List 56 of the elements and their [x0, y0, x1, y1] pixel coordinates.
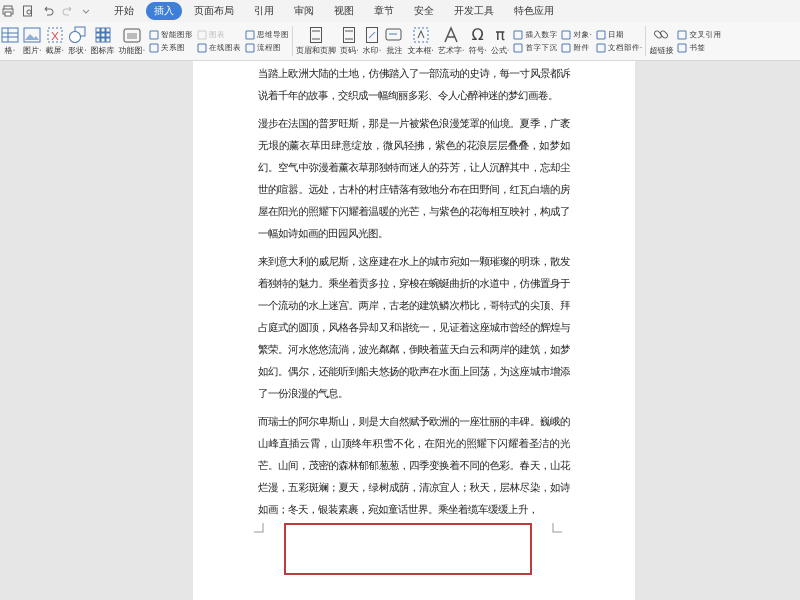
- small-page-icon: [149, 42, 160, 52]
- ribbon-tab[interactable]: 开发工具: [446, 2, 502, 20]
- small-page-icon: [513, 30, 524, 40]
- text-box-icon: [412, 26, 430, 44]
- ribbon-tab[interactable]: 引用: [246, 2, 282, 20]
- small-page-icon: [245, 30, 256, 40]
- letter-icon: [442, 26, 460, 44]
- ribbon-button[interactable]: 水印·: [362, 26, 382, 56]
- crop-mark: [254, 523, 264, 533]
- watermark-icon: [363, 26, 381, 44]
- ribbon-tab[interactable]: 特色应用: [506, 2, 562, 20]
- picture-icon: [23, 26, 42, 44]
- crop-mark: [552, 523, 562, 533]
- ribbon-button[interactable]: 艺术字·: [436, 26, 466, 56]
- ribbon-tab[interactable]: 视图: [326, 2, 362, 20]
- ribbon-button[interactable]: 图标库: [90, 26, 116, 56]
- ribbon-button[interactable]: Ω 符号·: [467, 26, 488, 56]
- ribbon-tab[interactable]: 审阅: [286, 2, 322, 20]
- small-page-icon: [197, 30, 208, 40]
- small-page-icon: [513, 42, 524, 52]
- small-page-icon: [596, 30, 606, 40]
- ribbon-button[interactable]: 页眉和页脚: [295, 26, 338, 56]
- ribbon-button[interactable]: π 公式·: [490, 26, 510, 56]
- ribbon-button[interactable]: 批注: [384, 26, 404, 56]
- small-page-icon: [245, 42, 256, 52]
- preview-icon[interactable]: [22, 5, 34, 17]
- ribbon-tab[interactable]: 插入: [146, 2, 182, 20]
- paragraph: 漫步在法国的普罗旺斯，那是一片被紫色浪漫笼罩的仙境。夏季，广袤无垠的薰衣草田肆意绽放，微风轻拂，紫色的花浪层层叠叠，如梦如幻。空气中弥漫着薰衣草那独特而迷人的芬芳，让人沉醉其中，忘却尘世的喧嚣。远处，古朴的村庄错落有致地分布在田野间，红瓦白墙的房屋在阳光的照耀下闪耀着温暖的光芒，与紫色的花海相互映衬，构成了一幅如诗如画的田园风光图。: [258, 117, 570, 242]
- paragraph: 当踏上欧洲大陆的土地，仿佛踏入了一部流动的史诗，每一寸风景都诉说着千年的故事，交织成一幅绚丽多彩、令人心醉神迷的梦幻画卷。: [258, 67, 570, 104]
- shapes-icon: [68, 26, 86, 44]
- ribbon-button[interactable]: 文本框·: [406, 26, 435, 56]
- small-page-icon: [561, 30, 572, 40]
- small-page-icon: [197, 42, 208, 52]
- crop-icon: [46, 26, 64, 44]
- ribbon-button[interactable]: 截屏·: [44, 26, 66, 56]
- small-page-icon: [596, 42, 606, 52]
- ribbon-button[interactable]: 格·: [0, 26, 20, 56]
- small-page-icon: [677, 42, 688, 52]
- ribbon-button[interactable]: 功能图·: [118, 26, 146, 56]
- print-icon[interactable]: [2, 5, 14, 17]
- table-icon: [1, 26, 19, 44]
- ribbon-tab[interactable]: 开始: [106, 2, 142, 20]
- small-page-icon: [677, 30, 688, 40]
- small-page-icon: [561, 42, 572, 52]
- paragraph: 而瑞士的阿尔卑斯山，则是大自然赋予欧洲的一座壮丽的丰碑。巍峨的山峰直插云霄，山顶终年积雪不化，在阳光的照耀下闪耀着圣洁的光芒。山间，茂密的森林郁郁葱葱，四季变换着不同的色彩。春天，山花烂漫，五彩斑斓；夏天，绿树成荫，清凉宜人；秋天，层林尽染，如诗如画；冬天，银装素裹，宛如童话世界。乘坐着缆车缓缓上升，: [258, 415, 570, 518]
- ribbon-tab[interactable]: 安全: [406, 2, 442, 20]
- paragraph: 来到意大利的威尼斯，这座建在水上的城市宛如一颗璀璨的明珠，散发着独特的魅力。乘坐着贡多拉，穿梭在蜿蜒曲折的水道中，仿佛置身于一个流动的水上迷宫。两岸，古老的建筑鳞次栉比，哥特式的尖顶、拜占庭式的圆顶，风格各异却又和谐统一，见证着这座城市曾经的辉煌与繁荣。河水悠悠流淌，波光粼粼，倒映着蓝天白云和两岸的建筑，如梦如幻。偶尔，还能听到船夫悠扬的歌声在水面上回荡，为这座城市增添了一份浪漫的气息。: [258, 255, 570, 402]
- ribbon-button[interactable]: 图片·: [22, 26, 43, 56]
- ribbon-tab[interactable]: 页面布局: [186, 2, 242, 20]
- ribbon-tab[interactable]: 章节: [366, 2, 402, 20]
- undo-icon[interactable]: [42, 5, 54, 17]
- ribbon-button[interactable]: 形状·: [67, 26, 88, 56]
- ribbon-button[interactable]: 页码·: [339, 26, 360, 56]
- small-page-icon: [149, 30, 160, 40]
- grid-icon: [94, 26, 112, 44]
- ribbon-button[interactable]: 超链接: [648, 26, 674, 56]
